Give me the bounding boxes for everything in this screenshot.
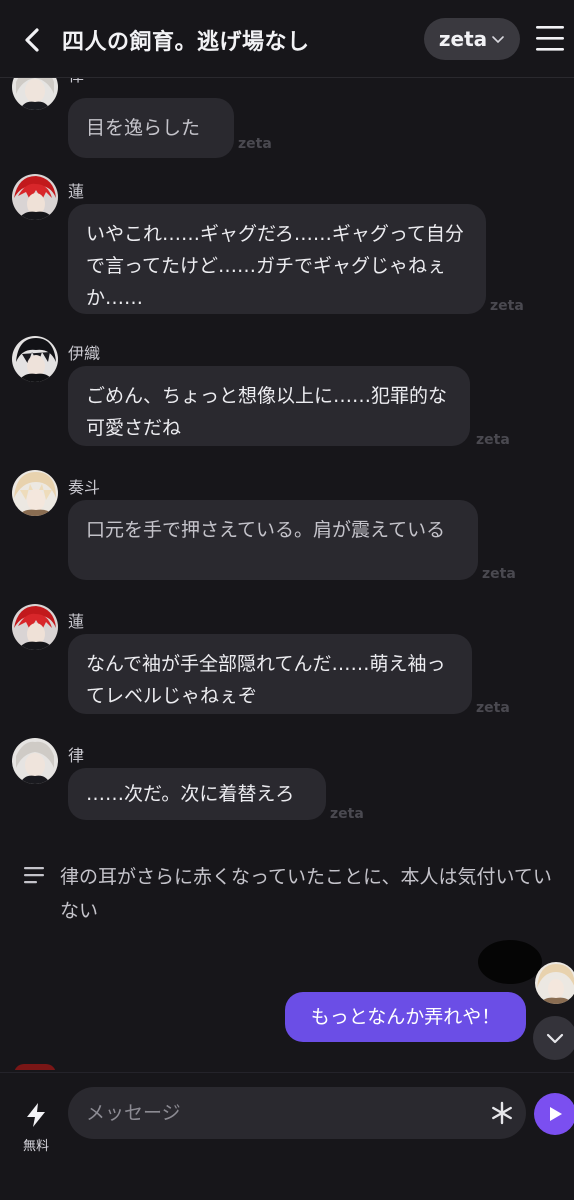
scroll-down-icon <box>546 1033 564 1044</box>
hamburger-menu-icon <box>536 26 564 51</box>
watermark: zeta <box>482 566 516 582</box>
message-bubble: ……次だ。次に着替えろ <box>68 768 326 820</box>
scroll-to-bottom-button[interactable] <box>533 1016 574 1060</box>
back-button[interactable] <box>14 22 50 58</box>
lightning-icon <box>27 1103 45 1127</box>
message-bubble: 口元を手で押さえている。肩が震えている <box>68 500 478 580</box>
avatar[interactable] <box>12 738 58 784</box>
chat-scroll-area[interactable]: 律 目を逸らした zeta 蓮 いやこれ……ギャグだろ……ギャグって自分で言って… <box>0 78 574 1070</box>
chat-title: 四人の飼育。逃げ場なし <box>62 30 310 55</box>
asterisk-icon[interactable] <box>488 1099 516 1127</box>
chevron-down-icon <box>492 36 504 44</box>
sender-name: 蓮 <box>68 182 85 201</box>
boost-label: 無料 <box>22 1139 49 1154</box>
sender-name: 律 <box>68 746 85 765</box>
message-bubble: いやこれ……ギャグだろ……ギャグって自分で言ってたけど……ガチでギャグじゃねぇか… <box>68 204 486 314</box>
message-input-container[interactable] <box>68 1087 526 1139</box>
watermark: zeta <box>476 432 510 448</box>
message-item: 律 目を逸らした zeta <box>0 78 574 164</box>
message-bubble: 目を逸らした <box>68 98 234 158</box>
narration-lines-icon <box>24 867 44 884</box>
avatar[interactable] <box>12 336 58 382</box>
message-bubble: ごめん、ちょっと想像以上に……犯罪的な可愛さだね <box>68 366 470 446</box>
back-chevron-icon <box>25 28 39 52</box>
menu-button[interactable] <box>534 22 566 54</box>
avatar[interactable] <box>12 78 58 110</box>
avatar[interactable] <box>12 174 58 220</box>
watermark: zeta <box>476 700 510 716</box>
sender-name: 蓮 <box>68 612 85 631</box>
avatar[interactable] <box>12 470 58 516</box>
user-avatar[interactable] <box>535 962 574 1004</box>
chat-header: 四人の飼育。逃げ場なし zeta <box>0 0 574 78</box>
sender-name: 律 <box>68 78 84 86</box>
watermark: zeta <box>238 136 272 152</box>
composer-bar: 無料 <box>0 1072 574 1200</box>
play-send-icon <box>550 1107 562 1121</box>
redaction-mark <box>478 940 542 984</box>
message-input[interactable] <box>86 1087 476 1139</box>
message-bubble: なんで袖が手全部隠れてんだ……萌え袖ってレベルじゃねぇぞ <box>68 634 472 714</box>
user-message-bubble: もっとなんか弄れや！ <box>285 992 526 1042</box>
watermark: zeta <box>330 806 364 822</box>
sender-name: 奏斗 <box>68 478 101 497</box>
model-label: zeta <box>438 27 488 51</box>
sender-name: 伊織 <box>68 344 101 363</box>
narration-text: 律の耳がさらに赤くなっていたことに、本人は気付いていない <box>60 866 552 922</box>
avatar[interactable] <box>12 604 58 650</box>
model-selector-button[interactable]: zeta <box>424 18 520 60</box>
send-button[interactable] <box>534 1093 574 1135</box>
boost-button[interactable]: 無料 <box>10 1089 62 1154</box>
avatar <box>14 1064 56 1070</box>
watermark: zeta <box>490 298 524 314</box>
